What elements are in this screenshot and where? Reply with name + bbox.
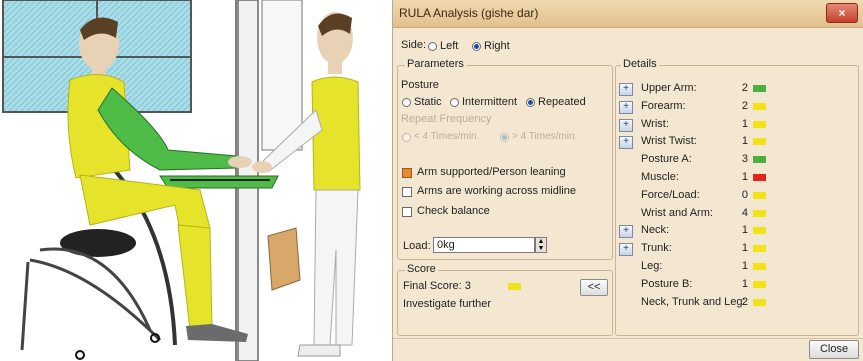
posture-repeated-label[interactable]: Repeated (538, 96, 586, 108)
detail-row-color-indicator (753, 85, 766, 92)
side-right-radio[interactable] (472, 42, 481, 51)
detail-row-value: 2 (741, 100, 748, 112)
detail-row-value: 2 (741, 296, 748, 308)
detail-row-color-indicator (753, 263, 766, 270)
side-left-label[interactable]: Left (440, 40, 458, 52)
detail-row-value: 1 (741, 260, 748, 272)
load-label: Load: (403, 240, 431, 252)
load-input[interactable]: 0kg (433, 237, 535, 253)
detail-row-label: Neck, Trunk and Leg: (641, 296, 746, 308)
detail-expand-icon[interactable]: + (619, 225, 633, 238)
standing-legs (313, 189, 359, 346)
detail-row-label: Upper Arm: (641, 82, 697, 94)
close-button[interactable]: Close (809, 340, 859, 359)
detail-row-label: Force/Load: (641, 189, 700, 201)
window-title: RULA Analysis (gishe dar) (399, 6, 539, 20)
detail-row-value: 1 (741, 171, 748, 183)
score-title: Score (405, 263, 438, 275)
posture-static-label[interactable]: Static (414, 96, 442, 108)
repeat-lt4-label[interactable]: < 4 Times/min. (414, 131, 479, 142)
detail-row-color-indicator (753, 227, 766, 234)
details-title: Details (621, 58, 659, 70)
check-balance-label[interactable]: Check balance (417, 205, 490, 217)
desk (159, 175, 279, 189)
detail-expand-icon[interactable]: + (619, 83, 633, 96)
check-balance-checkbox[interactable] (402, 207, 412, 217)
detail-row-label: Neck: (641, 224, 670, 236)
detail-row-value: 0 (741, 189, 748, 201)
chair-seat (60, 229, 136, 257)
detail-row-value: 1 (741, 242, 748, 254)
repeat-gt4-radio[interactable] (500, 133, 509, 142)
seated-shin (177, 224, 213, 331)
repeat-lt4-radio[interactable] (402, 133, 411, 142)
across-midline-checkbox[interactable] (402, 187, 412, 197)
parameters-title: Parameters (405, 58, 466, 70)
detail-row-label: Wrist and Arm: (641, 207, 713, 219)
detail-row-value: 1 (741, 224, 748, 236)
detail-row-label: Wrist: (641, 118, 669, 130)
repeat-gt4-label[interactable]: > 4 Times/min. (512, 131, 577, 142)
detail-row-value: 1 (741, 118, 748, 130)
posture-intermittent-radio[interactable] (450, 98, 459, 107)
parameters-group (397, 65, 613, 260)
side-left-radio[interactable] (428, 42, 437, 51)
title-bar[interactable]: RULA Analysis (gishe dar) × (393, 0, 863, 28)
detail-row-label: Muscle: (641, 171, 679, 183)
across-midline-label[interactable]: Arms are working across midline (417, 185, 576, 197)
mannequin-scene-graphic (2, 0, 361, 361)
detail-row-label: Leg: (641, 260, 663, 272)
detail-row-color-indicator (753, 299, 766, 306)
detail-row-color-indicator (753, 138, 766, 145)
posture-repeated-radio[interactable] (526, 98, 535, 107)
detail-row-label: Wrist Twist: (641, 135, 697, 147)
detail-row-color-indicator (753, 192, 766, 199)
final-score-label: Final Score: 3 (403, 280, 471, 292)
detail-row-color-indicator (753, 245, 766, 252)
detail-row-label: Forearm: (641, 100, 686, 112)
shelf (267, 227, 301, 291)
detail-row-color-indicator (753, 281, 766, 288)
detail-row-value: 2 (741, 82, 748, 94)
mannequin-scene-viewport[interactable] (0, 0, 392, 361)
detail-row-value: 4 (741, 207, 748, 219)
arm-supported-label[interactable]: Arm supported/Person leaning (417, 166, 566, 178)
arm-supported-checkbox[interactable] (402, 168, 412, 178)
side-label: Side: (401, 39, 427, 51)
detail-row-label: Posture A: (641, 153, 692, 165)
detail-row-value: 3 (741, 153, 748, 165)
repeat-frequency-label: Repeat Frequency (401, 113, 492, 125)
detail-row-label: Posture B: (641, 278, 693, 290)
footer-divider (393, 338, 863, 339)
posture-static-radio[interactable] (402, 98, 411, 107)
detail-row-color-indicator (753, 210, 766, 217)
detail-row-color-indicator (753, 121, 766, 128)
standing-torso (311, 76, 361, 191)
close-window-icon[interactable]: × (826, 3, 858, 23)
detail-row-label: Trunk: (641, 242, 672, 254)
detail-row-value: 1 (741, 135, 748, 147)
detail-row-color-indicator (753, 103, 766, 110)
final-score-color-indicator (508, 283, 521, 290)
detail-row-color-indicator (753, 156, 766, 163)
rula-analysis-dialog: RULA Analysis (gishe dar) × Side: Left R… (392, 0, 863, 361)
posture-label: Posture (401, 79, 439, 91)
detail-expand-icon[interactable]: + (619, 136, 633, 149)
detail-expand-icon[interactable]: + (619, 101, 633, 114)
side-right-label[interactable]: Right (484, 40, 510, 52)
detail-row-color-indicator (753, 174, 766, 181)
load-spin-buttons[interactable]: ▲ ▼ (535, 237, 547, 253)
score-message: Investigate further (403, 298, 492, 310)
collapse-details-button[interactable]: << (580, 279, 608, 296)
posture-intermittent-label[interactable]: Intermittent (462, 96, 517, 108)
detail-row-value: 1 (741, 278, 748, 290)
detail-expand-icon[interactable]: + (619, 243, 633, 256)
detail-expand-icon[interactable]: + (619, 119, 633, 132)
